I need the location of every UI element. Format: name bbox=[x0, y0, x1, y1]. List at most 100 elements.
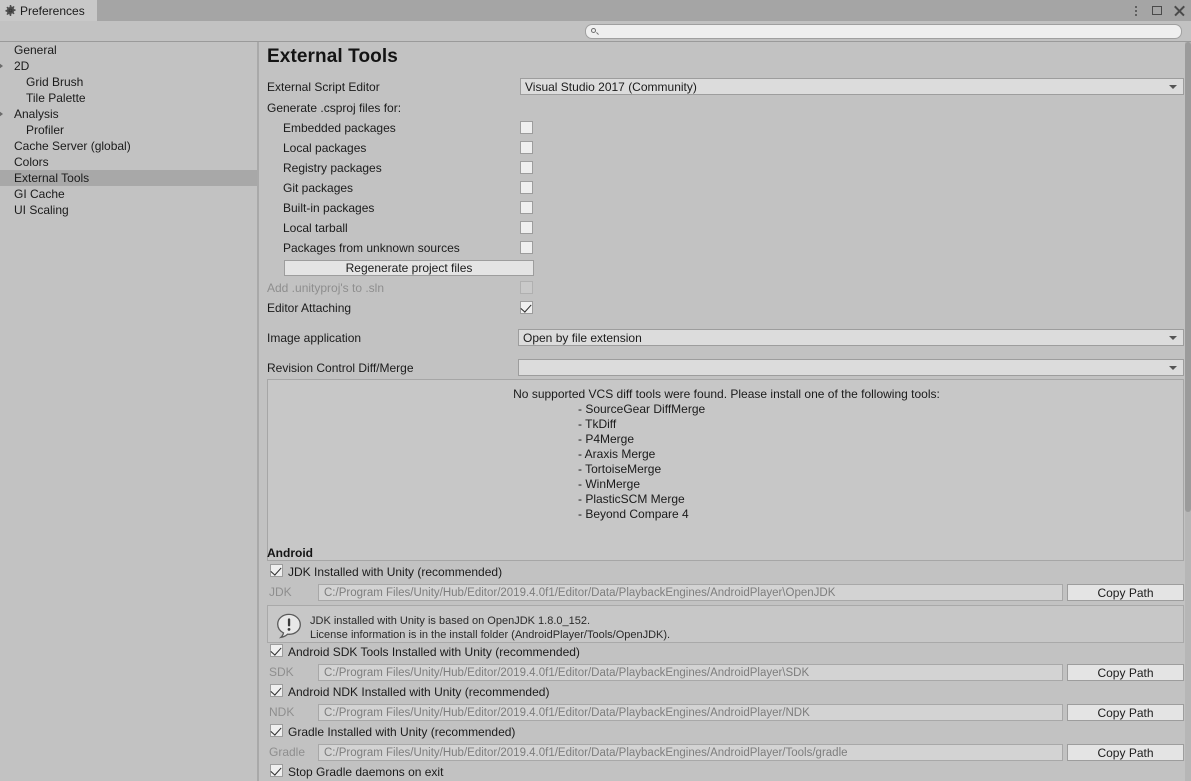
scrollbar-thumb[interactable] bbox=[1185, 42, 1191, 512]
ndk-copy-path-button[interactable]: Copy Path bbox=[1067, 704, 1184, 721]
external-script-editor-label: External Script Editor bbox=[267, 80, 380, 94]
search-input[interactable] bbox=[599, 25, 1181, 38]
csproj-option-label: Embedded packages bbox=[283, 121, 396, 135]
stop-gradle-daemons-row: Stop Gradle daemons on exit bbox=[288, 762, 443, 781]
regenerate-project-files-button[interactable]: Regenerate project files bbox=[284, 260, 534, 276]
sdk-installed-checkbox[interactable] bbox=[270, 644, 283, 657]
jdk-field-label: JDK bbox=[269, 585, 292, 599]
sidebar-item-label: Grid Brush bbox=[26, 75, 84, 89]
jdk-copy-path-button[interactable]: Copy Path bbox=[1067, 584, 1184, 601]
search-row bbox=[0, 21, 1191, 42]
search-box[interactable] bbox=[585, 24, 1182, 39]
sidebar-item-label: External Tools bbox=[14, 171, 90, 185]
gradle-installed-label: Gradle Installed with Unity (recommended… bbox=[288, 725, 516, 739]
gear-icon bbox=[5, 5, 16, 16]
gradle-field-label-row: Gradle bbox=[269, 742, 305, 762]
csproj-checkbox-embedded[interactable] bbox=[520, 121, 533, 134]
vcs-tool-item: - Araxis Merge bbox=[578, 447, 656, 461]
sidebar-item-external-tools[interactable]: External Tools bbox=[0, 170, 257, 186]
vcs-tool-item: - P4Merge bbox=[578, 432, 635, 446]
csproj-checkbox-git[interactable] bbox=[520, 181, 533, 194]
sidebar-item-label: Cache Server (global) bbox=[14, 139, 131, 153]
chevron-right-icon[interactable] bbox=[0, 111, 3, 117]
external-script-editor-dropdown[interactable]: Visual Studio 2017 (Community) bbox=[520, 78, 1184, 95]
sidebar-item-label: GI Cache bbox=[14, 187, 65, 201]
csproj-option-label: Packages from unknown sources bbox=[283, 241, 460, 255]
jdk-info-line-2: License information is in the install fo… bbox=[310, 629, 671, 641]
sdk-path-value: C:/Program Files/Unity/Hub/Editor/2019.4… bbox=[324, 666, 810, 679]
jdk-installed-label: JDK Installed with Unity (recommended) bbox=[288, 565, 503, 579]
sidebar-item-2d[interactable]: 2D bbox=[0, 58, 257, 74]
sidebar-item-colors[interactable]: Colors bbox=[0, 154, 257, 170]
jdk-info-line-1: JDK installed with Unity is based on Ope… bbox=[310, 615, 591, 627]
csproj-option-label: Registry packages bbox=[283, 161, 382, 175]
csproj-option-label: Local packages bbox=[283, 141, 367, 155]
stop-gradle-daemons-label: Stop Gradle daemons on exit bbox=[288, 765, 444, 779]
add-unityproj-row: Add .unityproj's to .sln bbox=[267, 278, 384, 298]
sidebar-item-ui-scaling[interactable]: UI Scaling bbox=[0, 202, 257, 218]
csproj-option-registry[interactable]: Registry packages bbox=[283, 158, 382, 178]
jdk-installed-checkbox[interactable] bbox=[270, 564, 283, 577]
vertical-scrollbar[interactable] bbox=[1185, 42, 1191, 781]
check-icon bbox=[270, 724, 282, 736]
sidebar-item-tile-palette[interactable]: Tile Palette bbox=[0, 90, 257, 106]
ndk-field-label: NDK bbox=[269, 705, 295, 719]
jdk-info-box: JDK installed with Unity is based on Ope… bbox=[267, 605, 1184, 643]
check-icon bbox=[270, 564, 282, 576]
vcs-help-box: No supported VCS diff tools were found. … bbox=[267, 379, 1184, 561]
close-icon[interactable] bbox=[1173, 4, 1186, 17]
sidebar-item-label: Profiler bbox=[26, 123, 65, 137]
vcs-tool-item: - TkDiff bbox=[578, 417, 617, 431]
ndk-path-field[interactable]: C:/Program Files/Unity/Hub/Editor/2019.4… bbox=[318, 704, 1063, 721]
external-tools-panel: External Tools External Script Editor Vi… bbox=[259, 42, 1185, 781]
revision-control-dropdown[interactable] bbox=[518, 359, 1184, 376]
sdk-copy-path-button[interactable]: Copy Path bbox=[1067, 664, 1184, 681]
ndk-path-value: C:/Program Files/Unity/Hub/Editor/2019.4… bbox=[324, 706, 810, 719]
csproj-option-local[interactable]: Local packages bbox=[283, 138, 366, 158]
revision-control-row: Revision Control Diff/Merge bbox=[267, 358, 414, 378]
csproj-option-builtin[interactable]: Built-in packages bbox=[283, 198, 374, 218]
sdk-path-field[interactable]: C:/Program Files/Unity/Hub/Editor/2019.4… bbox=[318, 664, 1063, 681]
csproj-option-label: Git packages bbox=[283, 181, 354, 195]
sidebar-item-label: Analysis bbox=[14, 107, 59, 121]
csproj-checkbox-unknown[interactable] bbox=[520, 241, 533, 254]
image-application-dropdown[interactable]: Open by file extension bbox=[518, 329, 1184, 346]
sidebar-item-gi-cache[interactable]: GI Cache bbox=[0, 186, 257, 202]
search-icon bbox=[591, 27, 599, 36]
csproj-checkbox-builtin[interactable] bbox=[520, 201, 533, 214]
window-controls bbox=[1129, 0, 1186, 21]
csproj-checkbox-local[interactable] bbox=[520, 141, 533, 154]
editor-attaching-checkbox[interactable] bbox=[520, 301, 533, 314]
maximize-icon[interactable] bbox=[1151, 4, 1164, 17]
ndk-installed-checkbox[interactable] bbox=[270, 684, 283, 697]
window-titlebar: Preferences bbox=[0, 0, 1191, 21]
csproj-checkbox-registry[interactable] bbox=[520, 161, 533, 174]
sidebar-item-profiler[interactable]: Profiler bbox=[0, 122, 257, 138]
sidebar-item-grid-brush[interactable]: Grid Brush bbox=[0, 74, 257, 90]
android-section-heading: Android bbox=[267, 546, 313, 560]
sidebar-item-cache-server[interactable]: Cache Server (global) bbox=[0, 138, 257, 154]
sidebar-item-label: General bbox=[14, 43, 57, 57]
csproj-option-unknown[interactable]: Packages from unknown sources bbox=[283, 238, 460, 258]
csproj-option-embedded[interactable]: Embedded packages bbox=[283, 118, 396, 138]
gradle-path-field[interactable]: C:/Program Files/Unity/Hub/Editor/2019.4… bbox=[318, 744, 1063, 761]
stop-gradle-daemons-checkbox[interactable] bbox=[270, 764, 283, 777]
csproj-option-tarball[interactable]: Local tarball bbox=[283, 218, 348, 238]
tab-preferences[interactable]: Preferences bbox=[0, 0, 97, 21]
gradle-copy-path-button[interactable]: Copy Path bbox=[1067, 744, 1184, 761]
external-script-editor-row: External Script Editor bbox=[267, 77, 380, 97]
gradle-field-label: Gradle bbox=[269, 745, 306, 759]
sidebar-item-general[interactable]: General bbox=[0, 42, 257, 58]
add-unityproj-label: Add .unityproj's to .sln bbox=[267, 281, 385, 295]
jdk-path-field[interactable]: C:/Program Files/Unity/Hub/Editor/2019.4… bbox=[318, 584, 1063, 601]
gradle-installed-checkbox[interactable] bbox=[270, 724, 283, 737]
jdk-installed-row: JDK Installed with Unity (recommended) bbox=[288, 562, 502, 582]
csproj-option-git[interactable]: Git packages bbox=[283, 178, 353, 198]
image-application-value: Open by file extension bbox=[523, 330, 642, 345]
sdk-field-label: SDK bbox=[269, 665, 294, 679]
chevron-right-icon[interactable] bbox=[0, 63, 3, 69]
kebab-menu-icon[interactable] bbox=[1129, 4, 1142, 17]
csproj-checkbox-tarball[interactable] bbox=[520, 221, 533, 234]
check-icon bbox=[270, 764, 282, 776]
sidebar-item-analysis[interactable]: Analysis bbox=[0, 106, 257, 122]
